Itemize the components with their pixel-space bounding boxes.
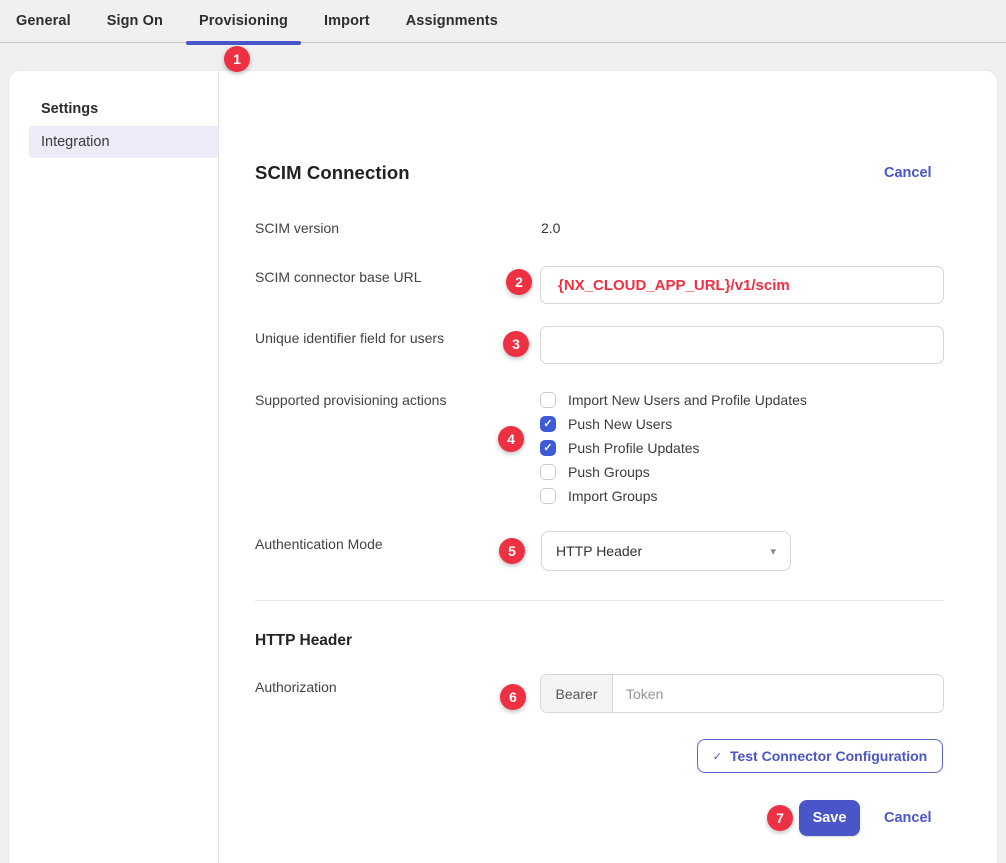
auth-mode-label: Authentication Mode xyxy=(255,534,383,554)
section-divider xyxy=(255,600,944,601)
import-users-checkbox[interactable] xyxy=(540,392,556,408)
checkbox-row-push-groups: Push Groups xyxy=(540,460,650,484)
base-url-label: SCIM connector base URL xyxy=(255,267,422,287)
authorization-label: Authorization xyxy=(255,677,337,697)
base-url-input[interactable] xyxy=(540,266,944,304)
callout-badge-6: 6 xyxy=(500,684,526,710)
checkbox-label: Import Groups xyxy=(568,488,657,504)
tab-sign-on[interactable]: Sign On xyxy=(94,0,176,43)
test-connector-label: Test Connector Configuration xyxy=(730,748,927,764)
sidebar-heading: Settings xyxy=(41,99,98,119)
http-header-heading: HTTP Header xyxy=(255,631,352,651)
auth-mode-select[interactable]: HTTP Header ▾ xyxy=(541,531,791,571)
callout-badge-3: 3 xyxy=(503,331,529,357)
checkbox-label: Import New Users and Profile Updates xyxy=(568,392,807,408)
checkbox-row-import-groups: Import Groups xyxy=(540,484,657,508)
callout-badge-7: 7 xyxy=(767,805,793,831)
test-connector-button[interactable]: ✓ Test Connector Configuration xyxy=(697,739,943,773)
checkbox-label: Push Profile Updates xyxy=(568,440,700,456)
page-title: SCIM Connection xyxy=(255,160,410,186)
provisioning-settings-card: Settings Integration SCIM Connection Can… xyxy=(8,70,998,863)
checkbox-row-import-users: Import New Users and Profile Updates xyxy=(540,388,807,412)
tab-import[interactable]: Import xyxy=(311,0,383,43)
bearer-prefix: Bearer xyxy=(541,675,613,712)
push-groups-checkbox[interactable] xyxy=(540,464,556,480)
cancel-link-bottom[interactable]: Cancel xyxy=(884,808,932,828)
token-input[interactable] xyxy=(613,675,943,712)
tab-provisioning[interactable]: Provisioning xyxy=(186,0,301,43)
checkbox-row-push-new-users: Push New Users xyxy=(540,412,672,436)
callout-badge-1: 1 xyxy=(224,46,250,72)
callout-badge-2: 2 xyxy=(506,269,532,295)
authorization-input-group: Bearer xyxy=(540,674,944,713)
cancel-link-top[interactable]: Cancel xyxy=(884,163,932,183)
scim-version-label: SCIM version xyxy=(255,218,339,238)
auth-mode-selected-value: HTTP Header xyxy=(556,543,642,559)
tab-assignments[interactable]: Assignments xyxy=(393,0,511,43)
import-groups-checkbox[interactable] xyxy=(540,488,556,504)
scim-connection-panel: SCIM Connection Cancel SCIM version 2.0 … xyxy=(219,71,997,863)
settings-sidebar: Settings Integration xyxy=(9,71,219,863)
provisioning-actions-label: Supported provisioning actions xyxy=(255,390,446,410)
scim-version-value: 2.0 xyxy=(541,218,560,238)
sidebar-item-integration[interactable]: Integration xyxy=(29,126,218,158)
push-new-users-checkbox[interactable] xyxy=(540,416,556,432)
callout-badge-5: 5 xyxy=(499,538,525,564)
save-button[interactable]: Save xyxy=(799,800,860,836)
checkbox-label: Push Groups xyxy=(568,464,650,480)
check-icon: ✓ xyxy=(713,750,722,763)
unique-identifier-label: Unique identifier field for users xyxy=(255,328,444,348)
checkbox-row-push-profile-updates: Push Profile Updates xyxy=(540,436,700,460)
callout-badge-4: 4 xyxy=(498,426,524,452)
unique-identifier-input[interactable] xyxy=(540,326,944,364)
caret-down-icon: ▾ xyxy=(770,545,776,558)
checkbox-label: Push New Users xyxy=(568,416,672,432)
app-tabbar: General Sign On Provisioning Import Assi… xyxy=(0,0,1006,43)
push-profile-updates-checkbox[interactable] xyxy=(540,440,556,456)
tab-general[interactable]: General xyxy=(3,0,84,43)
